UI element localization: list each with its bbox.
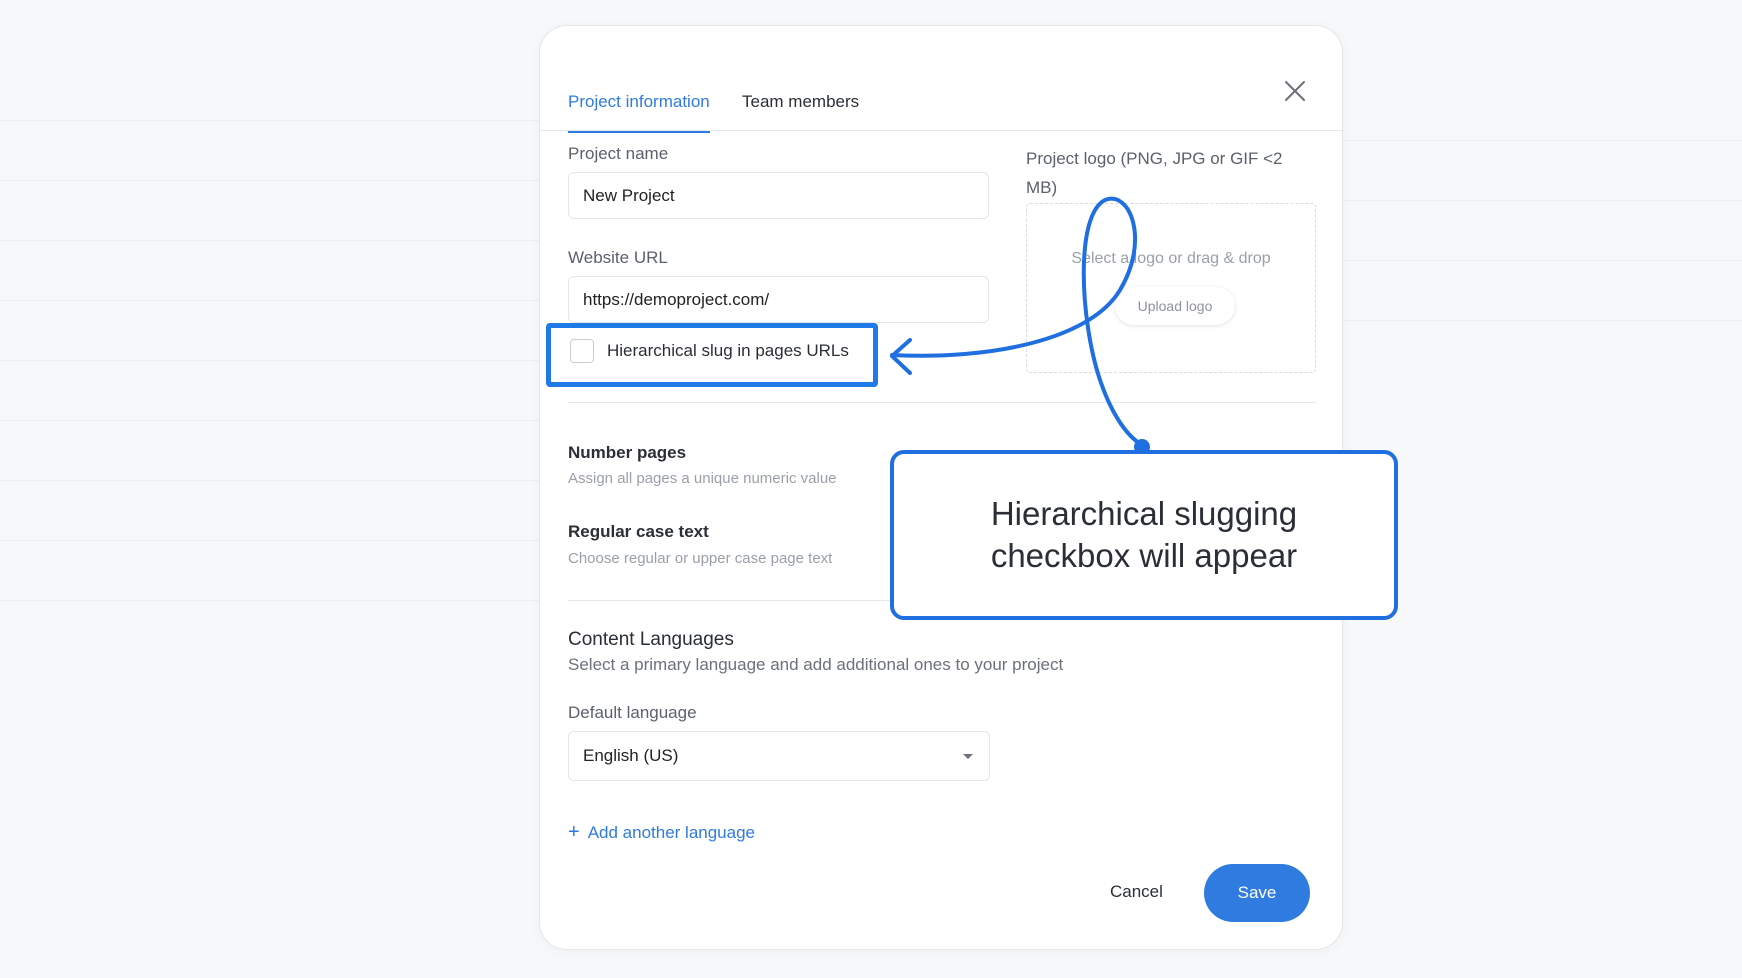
cancel-button[interactable]: Cancel xyxy=(1110,882,1163,902)
tab-project-information[interactable]: Project information xyxy=(568,92,710,133)
content-languages-title: Content Languages xyxy=(568,629,734,650)
close-icon[interactable] xyxy=(1282,78,1308,104)
hierarchical-slug-label: Hierarchical slug in pages URLs xyxy=(607,341,849,360)
project-name-input[interactable]: New Project xyxy=(568,172,989,219)
upload-logo-button[interactable]: Upload logo xyxy=(1115,287,1235,325)
tabs-divider xyxy=(540,130,1344,131)
hierarchical-slug-checkbox-row[interactable]: Hierarchical slug in pages URLs xyxy=(570,339,849,363)
content-languages-subtitle: Select a primary language and add additi… xyxy=(568,655,1064,674)
project-logo-label: Project logo (PNG, JPG or GIF <2 MB) xyxy=(1026,149,1283,197)
annotation-callout: Hierarchical slugging checkbox will appe… xyxy=(890,450,1398,620)
add-another-language-link[interactable]: + Add another language xyxy=(568,821,755,844)
add-another-language-label: Add another language xyxy=(587,822,755,842)
regular-case-subtitle: Choose regular or upper case page text xyxy=(568,550,833,567)
number-pages-title: Number pages xyxy=(568,443,687,462)
tab-team-members[interactable]: Team members xyxy=(742,92,859,131)
chevron-down-icon xyxy=(961,746,975,766)
hierarchical-slug-checkbox[interactable] xyxy=(570,339,594,363)
default-language-select[interactable]: English (US) xyxy=(568,731,990,781)
save-button[interactable]: Save xyxy=(1204,864,1310,922)
logo-dropzone[interactable]: Select a logo or drag & drop Upload logo xyxy=(1026,203,1316,373)
website-url-input[interactable]: https://demoproject.com/ xyxy=(568,276,989,323)
website-url-label: Website URL xyxy=(568,248,668,267)
number-pages-subtitle: Assign all pages a unique numeric value xyxy=(568,470,837,487)
logo-dropzone-hint: Select a logo or drag & drop xyxy=(1071,250,1271,267)
project-name-label: Project name xyxy=(568,144,669,163)
plus-icon: + xyxy=(568,821,580,843)
modal-tabs: Project information Team members xyxy=(568,70,1316,133)
regular-case-title: Regular case text xyxy=(568,522,709,541)
section-divider xyxy=(568,402,1316,403)
default-language-value: English (US) xyxy=(583,746,679,765)
default-language-label: Default language xyxy=(568,703,697,722)
